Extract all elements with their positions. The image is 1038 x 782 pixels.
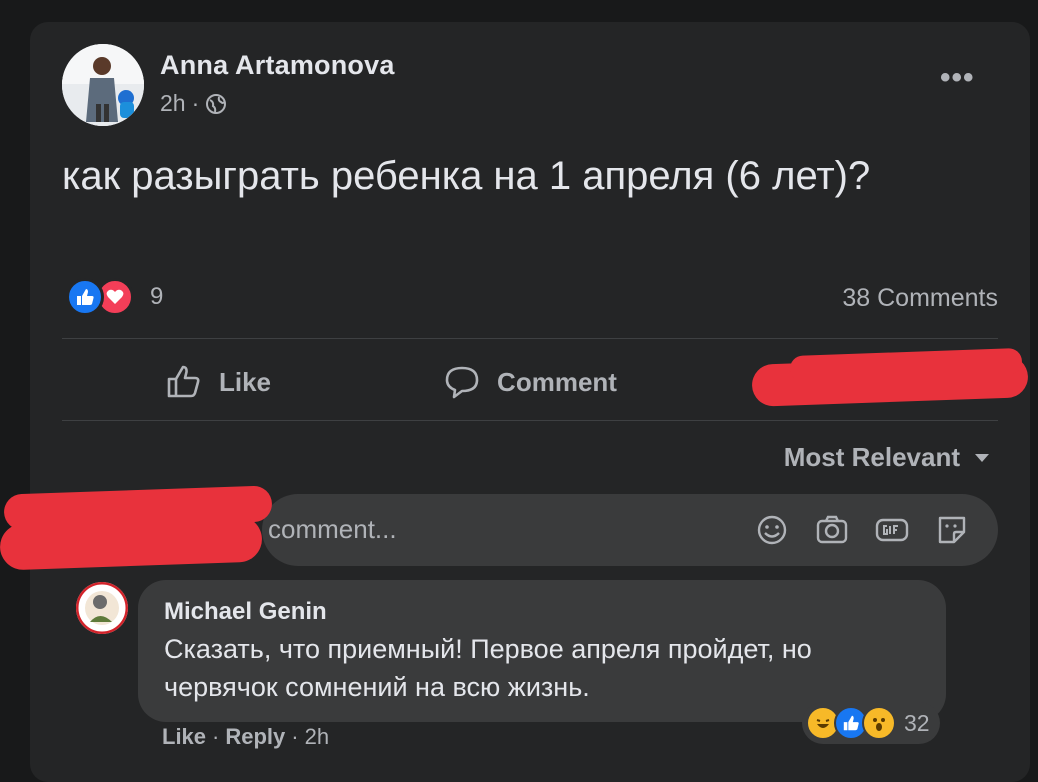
gif-icon[interactable] — [874, 512, 910, 548]
comment-input-placeholder: comment... — [268, 514, 397, 544]
separator: · — [291, 724, 299, 749]
camera-icon[interactable] — [814, 512, 850, 548]
comment-button[interactable]: Comment — [374, 342, 686, 422]
emoji-icon[interactable] — [754, 512, 790, 548]
composer-tools — [754, 512, 970, 548]
redaction-mark — [0, 515, 263, 571]
like-label: Like — [218, 366, 272, 397]
comment-actions: Like · Reply · 2h — [162, 724, 329, 750]
comment-text: Сказать, что приемный! Первое апреля про… — [164, 634, 812, 702]
commenter-avatar[interactable] — [76, 582, 128, 634]
post-meta: 2h · — [160, 90, 227, 117]
comment-reaction-count: 32 — [904, 709, 930, 736]
globe-icon — [205, 93, 227, 115]
comment-reactions[interactable]: 32 — [802, 702, 940, 744]
comment-icon — [445, 366, 479, 399]
comment-sort-dropdown[interactable]: Most Relevant — [784, 442, 990, 473]
meta-separator: · — [191, 90, 200, 116]
comment-bubble: Michael Genin Сказать, что приемный! Пер… — [138, 580, 946, 722]
comment-reply-link[interactable]: Reply — [225, 724, 285, 749]
comments-count[interactable]: 38 Comments — [842, 284, 998, 313]
reaction-count: 9 — [150, 283, 164, 310]
author-name[interactable]: Anna Artamonova — [160, 50, 395, 81]
post-text: как разыграть ребенка на 1 апреля (6 лет… — [62, 154, 871, 198]
author-avatar[interactable] — [62, 44, 144, 126]
caret-down-icon — [975, 453, 989, 462]
sort-label: Most Relevant — [783, 442, 960, 472]
divider — [62, 338, 998, 339]
wow-reaction-icon — [862, 706, 896, 740]
comment-like-link[interactable]: Like — [162, 724, 206, 749]
sticker-icon[interactable] — [934, 512, 970, 548]
reactions-summary[interactable]: 9 — [66, 278, 163, 316]
comment-input[interactable]: comment... — [262, 494, 998, 566]
thumbs-up-icon — [167, 365, 200, 398]
like-button[interactable]: Like — [62, 342, 374, 422]
separator: · — [212, 724, 220, 749]
comment-label: Comment — [497, 366, 617, 397]
like-reaction-icon — [66, 278, 104, 316]
divider — [62, 420, 998, 421]
commenter-name[interactable]: Michael Genin — [164, 598, 327, 626]
more-options-button[interactable]: ••• — [940, 63, 975, 93]
post-time[interactable]: 2h — [160, 90, 186, 117]
comment-time[interactable]: 2h — [305, 724, 329, 749]
